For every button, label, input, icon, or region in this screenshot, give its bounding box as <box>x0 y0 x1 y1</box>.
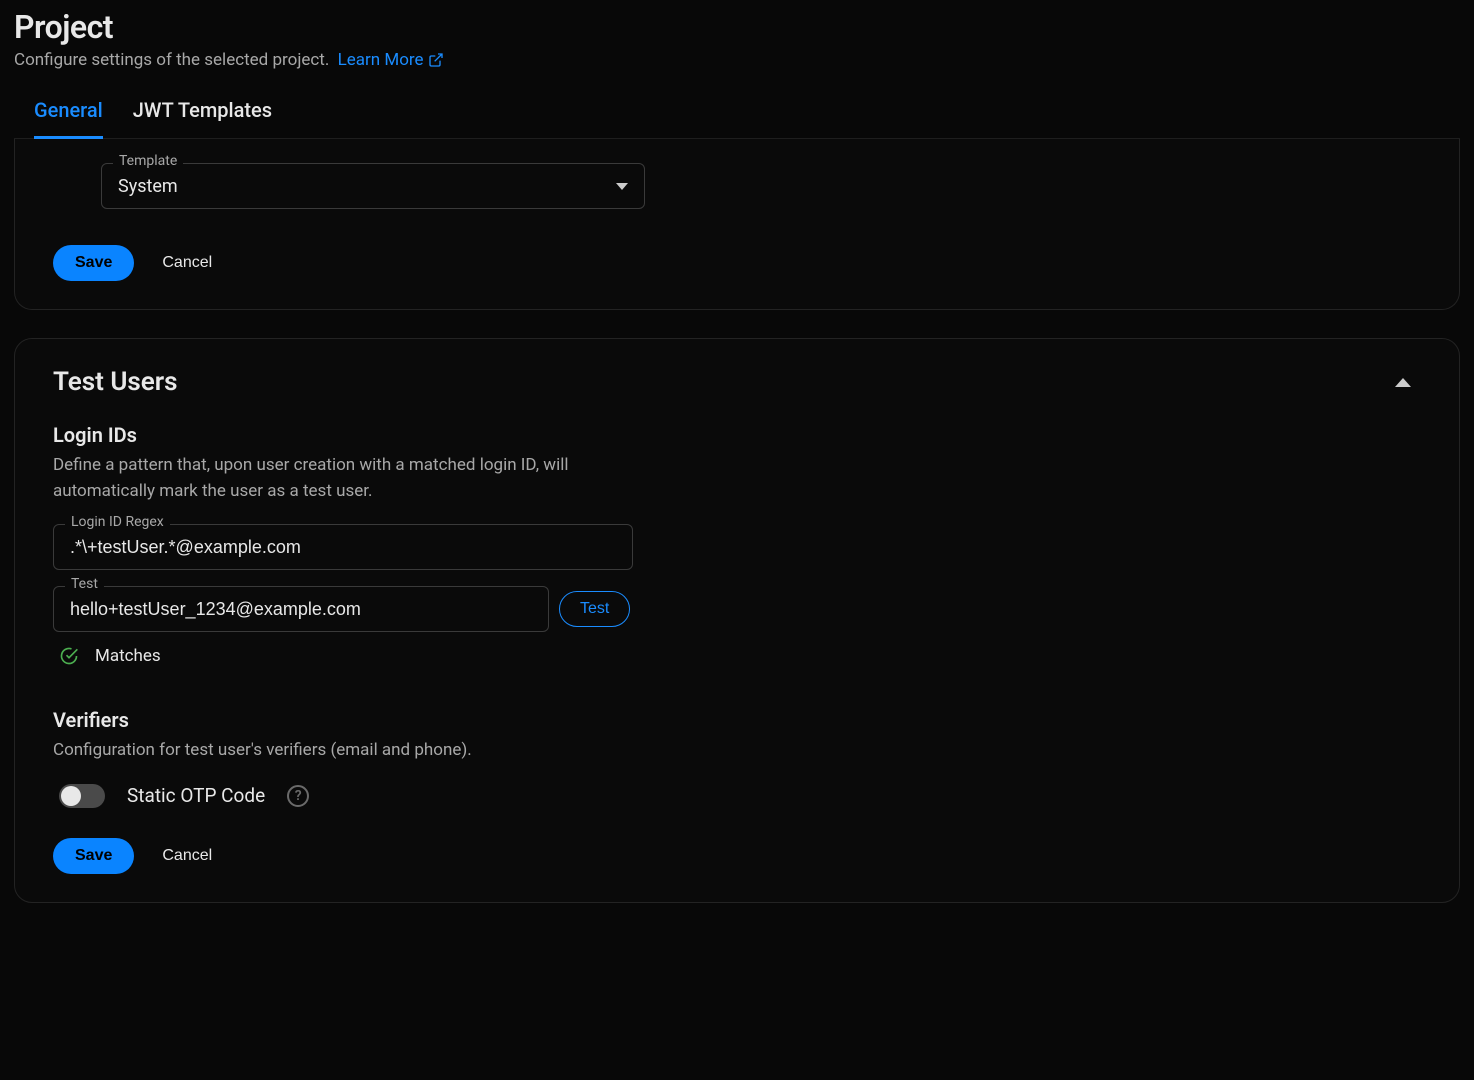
save-button[interactable]: Save <box>53 245 134 281</box>
toggle-knob <box>61 786 81 806</box>
test-button[interactable]: Test <box>559 591 630 627</box>
template-select[interactable]: System <box>101 163 645 209</box>
login-id-regex-field: Login ID Regex <box>53 524 1421 570</box>
test-users-card: Test Users Login IDs Define a pattern th… <box>14 338 1460 903</box>
test-users-buttons: Save Cancel <box>53 838 1421 874</box>
template-card: Template System Save Cancel <box>14 139 1460 310</box>
verifiers-heading: Verifiers <box>53 708 1421 732</box>
static-otp-row: Static OTP Code ? <box>59 784 1421 808</box>
template-buttons: Save Cancel <box>53 245 1421 281</box>
test-users-header: Test Users <box>53 367 1421 397</box>
template-label: Template <box>113 153 183 169</box>
test-input[interactable] <box>53 586 549 632</box>
page-title: Project <box>14 8 1460 46</box>
login-ids-description: Define a pattern that, upon user creatio… <box>53 453 633 504</box>
save-button[interactable]: Save <box>53 838 134 874</box>
login-id-regex-input[interactable] <box>53 524 633 570</box>
caret-down-icon <box>616 183 628 190</box>
test-field: Test <box>53 586 549 632</box>
test-users-title: Test Users <box>53 367 178 397</box>
tab-jwt-templates[interactable]: JWT Templates <box>133 88 272 139</box>
login-ids-heading: Login IDs <box>53 423 1421 447</box>
help-icon[interactable]: ? <box>287 785 309 807</box>
learn-more-link[interactable]: Learn More <box>338 50 444 70</box>
cancel-button[interactable]: Cancel <box>156 846 218 866</box>
tabs: General JWT Templates <box>14 88 1460 139</box>
external-link-icon <box>428 52 444 68</box>
project-settings-page: Project Configure settings of the select… <box>0 8 1474 917</box>
matches-text: Matches <box>95 646 161 666</box>
tab-general[interactable]: General <box>34 88 103 139</box>
template-field: Template System <box>101 163 645 209</box>
test-label: Test <box>65 576 104 592</box>
page-description: Configure settings of the selected proje… <box>14 50 1460 70</box>
template-selected-value: System <box>118 176 178 197</box>
check-circle-icon <box>59 646 79 666</box>
static-otp-toggle[interactable] <box>59 784 105 808</box>
login-id-regex-label: Login ID Regex <box>65 514 170 530</box>
match-result: Matches <box>59 646 1421 666</box>
test-row: Test Test <box>53 586 1421 632</box>
collapse-icon[interactable] <box>1395 378 1411 387</box>
verifiers-description: Configuration for test user's verifiers … <box>53 738 633 764</box>
static-otp-label: Static OTP Code <box>127 784 265 807</box>
cancel-button[interactable]: Cancel <box>156 253 218 273</box>
